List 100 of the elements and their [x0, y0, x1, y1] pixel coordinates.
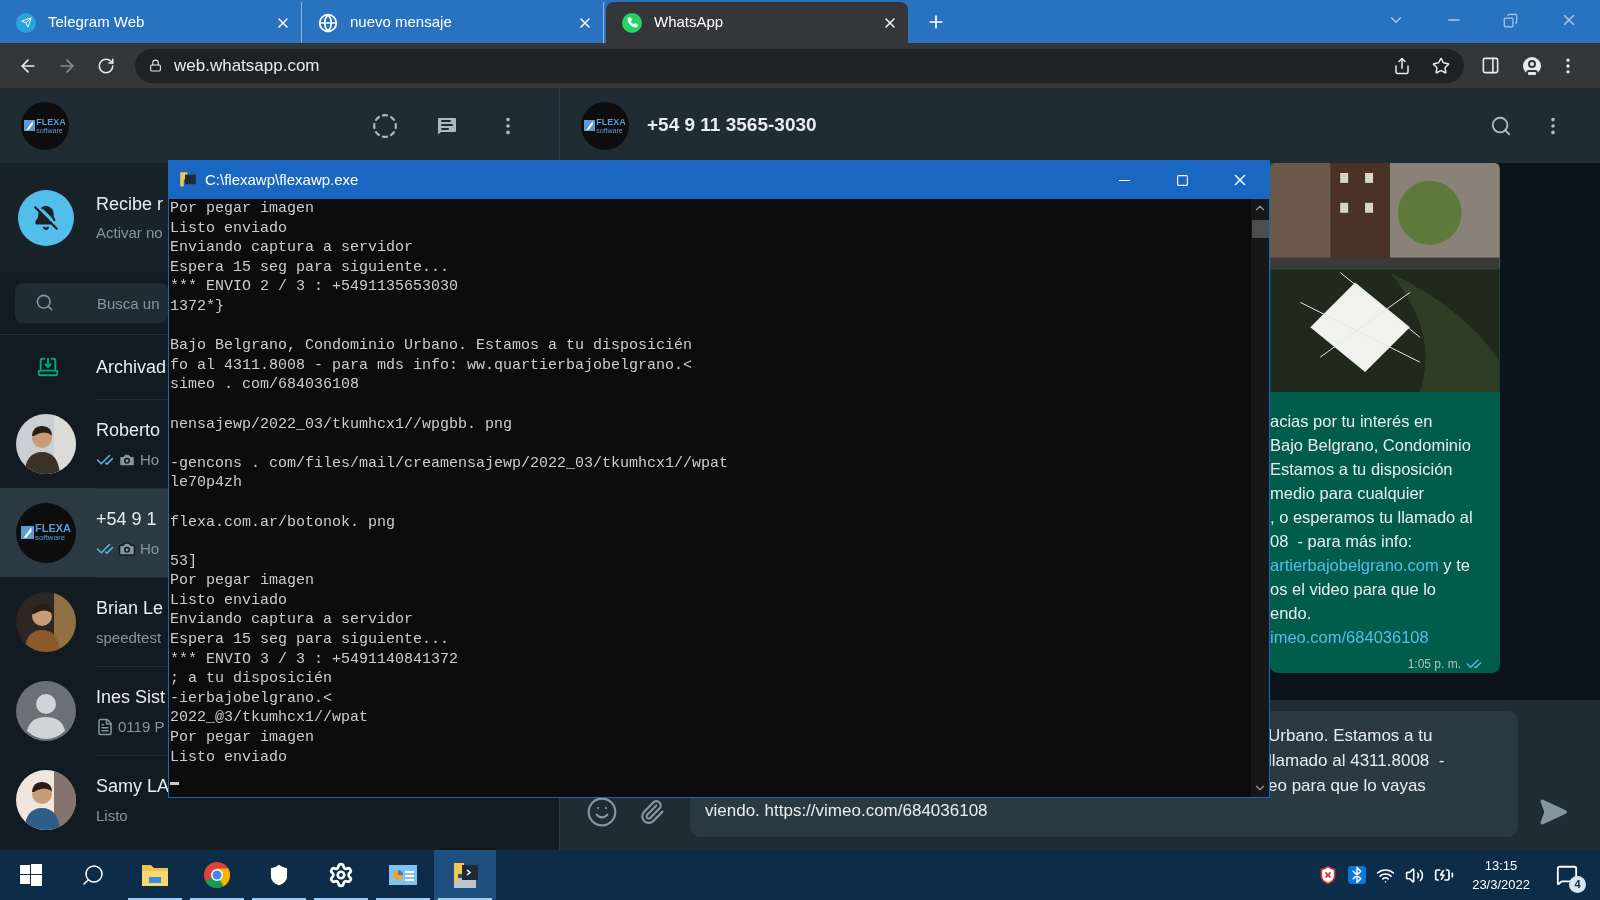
search-field[interactable]: Busca un	[15, 283, 168, 323]
console-line: Por pegar imagen	[170, 728, 315, 748]
chat-name: +54 9 1	[96, 507, 157, 531]
console-line: Por pegar imagen	[170, 199, 315, 219]
message-line: medio para cualquier	[1270, 483, 1426, 504]
console-line: flexa.com.ar/botonok. png	[170, 512, 396, 533]
chat-list-item[interactable]: Brian Le speedtest	[0, 577, 168, 666]
lock-icon	[149, 59, 162, 72]
browser-logo-icon	[203, 861, 231, 889]
console-line: simeo . com/684036108	[170, 375, 360, 395]
message-line: endo.	[1270, 603, 1313, 624]
draft-line: Urbano. Estamos a tu	[1268, 725, 1434, 747]
contact-name: +54 9 11 3565-3030	[647, 113, 818, 138]
console-line: Bajo Belgrano, Condominio Urbano. Estamos a tu disposicién	[170, 336, 693, 356]
globe-icon	[318, 12, 338, 33]
console-line: 1372*}	[170, 296, 224, 317]
archive-icon[interactable]	[37, 356, 59, 378]
flag-icon	[584, 120, 596, 131]
message-line: acias por tu interés en	[1270, 411, 1434, 432]
chat-preview: Ho	[140, 449, 160, 470]
link[interactable]: imeo.com/684036108	[1270, 625, 1429, 649]
shield-warning-icon[interactable]	[1318, 865, 1339, 885]
logo-subtext: software	[34, 534, 67, 542]
control-panel-icon	[388, 863, 418, 887]
console-line: nensajewp/2022_03/tkumhcx1//wpgbb. png	[170, 414, 513, 435]
bookmark-star-icon[interactable]	[1432, 56, 1450, 75]
console-app-icon	[179, 171, 197, 189]
console-line: Listo enviado	[170, 590, 288, 611]
url-text: web.whatsapp.com	[174, 54, 321, 77]
console-line: *** ENVIO 3 / 3 : +5491140841372	[170, 649, 459, 670]
console-line: Por pegar imagen	[170, 571, 315, 591]
message-line: Estamos a tu disposición	[1270, 459, 1454, 480]
text-cursor	[170, 781, 179, 785]
chat-name: Roberto	[96, 418, 161, 442]
phone-bubble-icon	[622, 12, 642, 33]
message-line: , o esperamos tu llamado al	[1270, 507, 1474, 528]
restore-icon[interactable]	[1503, 13, 1518, 28]
logo-text: FLEXA	[36, 117, 66, 127]
search-icon	[35, 293, 54, 312]
console-line: le70p4zh	[170, 473, 242, 493]
console-line: Enviando captura a servidor	[170, 610, 414, 631]
console-line: 53]	[170, 551, 197, 572]
attach-icon[interactable]	[639, 799, 665, 825]
console-line: Espera 15 seg para siguiente...	[170, 257, 450, 278]
minimize-icon	[1118, 179, 1130, 181]
message-time: 1:05 p. m.	[1407, 656, 1461, 673]
archived-label[interactable]: Archivad	[96, 353, 167, 381]
send-icon[interactable]	[1538, 797, 1568, 827]
default-avatar-icon	[16, 680, 76, 741]
taskbar-button[interactable]	[434, 850, 496, 900]
message-line: os el video para que lo	[1270, 579, 1438, 600]
search-icon[interactable]	[1490, 114, 1512, 137]
scrollbar-thumb[interactable]	[1251, 220, 1269, 238]
settings-icon	[328, 862, 354, 888]
console-line: Listo enviado	[170, 218, 288, 239]
chat-preview: speedtest	[96, 627, 162, 648]
chat-preview: Listo	[96, 805, 128, 826]
flag-icon	[24, 120, 36, 131]
chat-name: Ines Sist	[96, 685, 166, 709]
console-line: -ierbajobelgrano.<	[170, 688, 333, 709]
browser-tab[interactable]: WhatsApp	[606, 2, 908, 43]
message-line: Bajo Belgrano, Condominio	[1270, 435, 1472, 456]
notification-center-button[interactable]: 4	[1550, 858, 1584, 892]
message-line: 08 - para más info:	[1270, 531, 1414, 552]
banner-subtitle: Activar no	[96, 222, 164, 243]
chat-name: Samy LA	[96, 774, 170, 798]
console-line: Espera 15 seg para siguiente...	[170, 630, 450, 650]
share-icon[interactable]	[1393, 56, 1411, 75]
paper-plane-icon	[16, 12, 36, 33]
console-line: ; a tu disposicién	[170, 669, 333, 689]
clock-time: 13:15	[1484, 857, 1518, 875]
logo-text: FLEXA	[596, 117, 626, 127]
side-panel-icon[interactable]	[1481, 56, 1500, 75]
reload-icon[interactable]	[97, 56, 115, 75]
console-line: *** ENVIO 2 / 3 : +5491135653030	[170, 277, 459, 297]
console-line: Enviando captura a servidor	[170, 238, 414, 258]
chat-list-item[interactable]: Roberto Ho	[0, 399, 168, 488]
message-line: y te	[1442, 555, 1470, 576]
volume-icon[interactable]	[1405, 865, 1425, 885]
chat-list-item[interactable]: FLEXA software +54 9 1 Ho	[0, 488, 168, 577]
address-bar[interactable]: web.whatsapp.com	[135, 48, 1464, 83]
bluetooth-icon[interactable]	[1348, 866, 1367, 884]
search-icon	[81, 863, 105, 887]
window-title: C:\flexawp\flexawp.exe	[205, 169, 360, 190]
chat-name: Brian Le	[96, 596, 164, 620]
console-line: fo al 4311.8008 - para mds info: ww.quartierbajobelgrano.<	[170, 355, 693, 376]
console-line: -gencons . com/files/mail/creamensajewp/2022_03/tkumhcx1//wpat	[170, 453, 729, 474]
link[interactable]: artierbajobelgrano.com	[1270, 553, 1439, 577]
clock-date: 23/3/2022	[1472, 876, 1530, 894]
clock[interactable]: 13:15 23/3/2022	[1472, 856, 1530, 894]
chat-list-item[interactable]: Ines Sist 0119 P	[0, 666, 168, 755]
console-line: Listo enviado	[170, 747, 288, 768]
chat-preview: Ho	[140, 538, 160, 559]
draft-line: viendo. https://vimeo.com/684036108	[705, 800, 989, 822]
windows-icon	[20, 864, 42, 886]
notification-badge: 4	[1569, 876, 1586, 893]
status-icon[interactable]	[372, 112, 398, 139]
chat-preview: 0119 P	[118, 716, 165, 737]
emoji-icon[interactable]	[586, 796, 618, 828]
chat-list-item[interactable]: Samy LA Listo	[0, 755, 168, 844]
